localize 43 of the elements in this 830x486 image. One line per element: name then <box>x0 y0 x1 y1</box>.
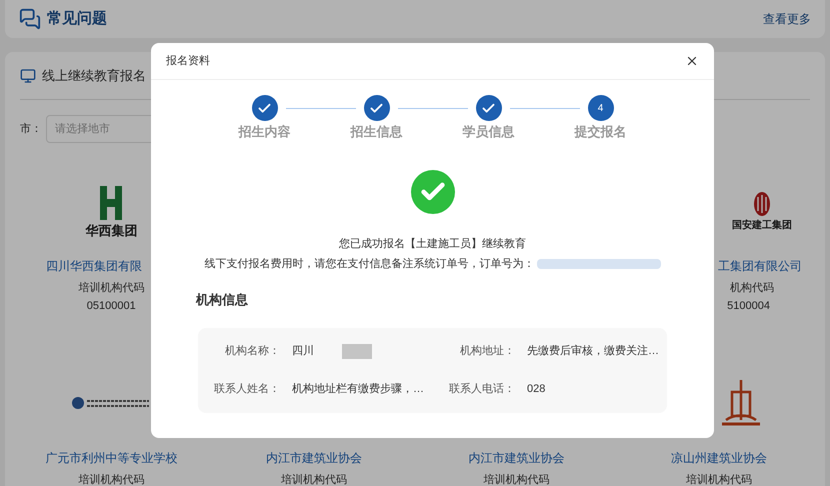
more-link[interactable]: 查看更多 <box>763 10 811 28</box>
logo-text: 国安建工集团 <box>732 221 792 231</box>
dialog-title: 报名资料 <box>166 54 210 69</box>
code-label: 培训机构代码 <box>78 472 144 486</box>
city-label: 市： <box>20 122 42 137</box>
field-label: 联系人姓名： <box>213 382 280 397</box>
org-name[interactable]: 四川华西集团有限 <box>46 256 142 276</box>
h-logo-icon <box>100 186 122 220</box>
close-button[interactable] <box>685 54 699 68</box>
org-name[interactable]: 工集团有限公司 <box>718 256 802 276</box>
step-label: 学员信息 <box>462 123 514 141</box>
field-value: 四川 <box>292 344 314 359</box>
code-label: 培训机构代码 <box>483 472 550 486</box>
code-label: 培训机构代码 <box>686 472 752 486</box>
field-label: 机构名称： <box>224 344 280 359</box>
emblem-icon <box>753 191 771 217</box>
org-code: 5100004 <box>727 299 770 314</box>
chat-icon <box>19 8 41 30</box>
step-label: 提交报名 <box>574 123 626 141</box>
code-label: 机构代码 <box>730 281 774 296</box>
success-message: 您已成功报名【土建施工员】继续教育 <box>339 236 526 252</box>
org-name[interactable]: 广元市利州中等专业学校 <box>45 448 178 468</box>
field-value: 028 <box>527 382 546 397</box>
org-name[interactable]: 内江市建筑业协会 <box>468 448 564 468</box>
section-title: 线上继续教育报名 <box>42 66 146 85</box>
org-name[interactable]: 内江市建筑业协会 <box>266 448 362 468</box>
step-label: 招生信息 <box>350 123 402 141</box>
org-name[interactable]: 凉山州建筑业协会 <box>670 448 767 468</box>
org-code: 05100001 <box>86 299 136 314</box>
field-label: 联系人电话： <box>448 382 515 397</box>
tower-logo-drawing <box>720 379 761 427</box>
success-icon <box>410 170 454 214</box>
step-label: 招生内容 <box>238 123 290 141</box>
field-label: 机构地址： <box>459 344 515 359</box>
code-label: 培训机构代码 <box>78 280 144 296</box>
field-value: 机构地址栏有缴费步骤，… <box>292 382 424 397</box>
payment-note: 线下支付报名费用时，请您在支付信息备注系统订单号，订单号为： <box>204 256 534 272</box>
logo-text: 华西集团 <box>85 224 138 236</box>
section-icon <box>20 68 36 84</box>
step-number: 4 <box>588 95 614 121</box>
code-label: 培训机构代码 <box>280 472 347 486</box>
page-title: 常见问题 <box>47 8 107 29</box>
field-value: 先缴费后审核，缴费关注… <box>527 344 659 359</box>
